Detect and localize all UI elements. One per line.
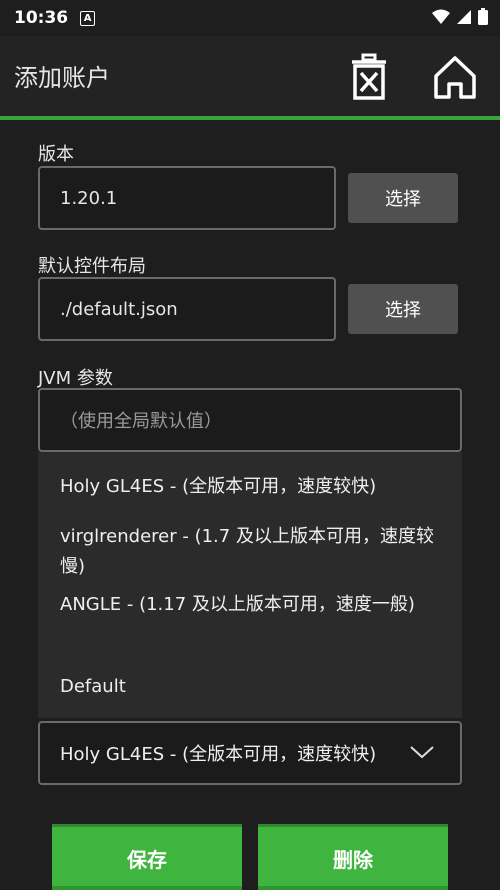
renderer-option-virglrenderer[interactable]: virglrenderer - (1.7 及以上版本可用，速度较慢) [60, 522, 450, 582]
jvm-args-input[interactable]: （使用全局默认值） [38, 388, 462, 452]
chevron-down-icon [410, 746, 434, 759]
renderer-dropdown-list: Holy GL4ES - (全版本可用，速度较快) virglrenderer … [38, 452, 462, 718]
renderer-option-angle[interactable]: ANGLE - (1.17 及以上版本可用，速度一般) [60, 590, 450, 620]
version-select-button[interactable]: 选择 [348, 173, 458, 223]
version-value: 1.20.1 [60, 187, 118, 209]
renderer-select[interactable]: Holy GL4ES - (全版本可用，速度较快) [38, 721, 462, 785]
jvm-label: JVM 参数 [38, 368, 113, 389]
status-time: 10:36 [14, 8, 69, 28]
app-header: 添加账户 [0, 36, 500, 118]
home-button[interactable] [432, 52, 478, 102]
signal-icon [457, 9, 471, 24]
status-icons [432, 8, 488, 25]
version-label: 版本 [38, 144, 74, 165]
delete-account-button[interactable] [346, 52, 392, 102]
home-icon [434, 56, 476, 99]
battery-icon [478, 8, 488, 25]
wifi-icon [432, 9, 450, 24]
remove-button[interactable]: 删除 [258, 824, 448, 890]
controls-field[interactable]: ./default.json [38, 277, 336, 341]
save-button[interactable]: 保存 [52, 824, 242, 890]
controls-label: 默认控件布局 [38, 256, 146, 277]
jvm-placeholder: （使用全局默认值） [60, 411, 222, 432]
renderer-option-default[interactable]: Default [60, 672, 450, 702]
status-bar: 10:36 A [0, 0, 500, 36]
renderer-selected-value: Holy GL4ES - (全版本可用，速度较快) [60, 744, 377, 765]
delete-icon [352, 53, 386, 100]
renderer-option-holy-gl4es[interactable]: Holy GL4ES - (全版本可用，速度较快) [60, 472, 450, 502]
notification-a-icon: A [80, 10, 96, 26]
version-field[interactable]: 1.20.1 [38, 166, 336, 230]
page-title: 添加账户 [14, 64, 110, 92]
controls-value: ./default.json [60, 298, 178, 320]
controls-select-button[interactable]: 选择 [348, 284, 458, 334]
header-accent-line [0, 116, 500, 120]
